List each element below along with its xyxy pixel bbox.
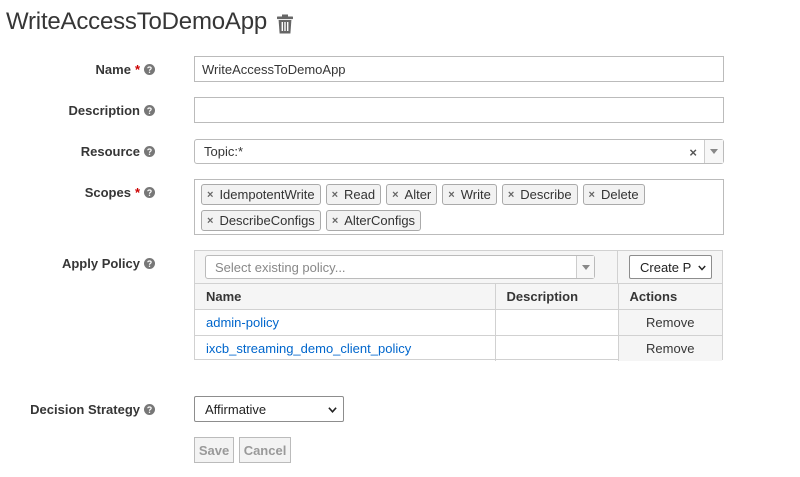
chevron-down-icon[interactable] bbox=[704, 140, 723, 163]
help-icon[interactable] bbox=[144, 105, 155, 116]
trash-icon[interactable] bbox=[276, 14, 294, 34]
description-label: Description bbox=[68, 103, 155, 118]
remove-icon[interactable]: × bbox=[207, 189, 213, 201]
table-row: ixcb_streaming_demo_client_policy Remove bbox=[195, 335, 722, 361]
policy-panel: Select existing policy... Create P Name … bbox=[194, 250, 723, 361]
scope-chip-label: Alter bbox=[404, 187, 432, 202]
resource-label: Resource bbox=[81, 144, 155, 159]
remove-icon[interactable]: × bbox=[589, 189, 595, 201]
table-row: admin-policy Remove bbox=[195, 309, 722, 336]
scope-chip-label: DescribeConfigs bbox=[219, 213, 315, 228]
scope-chip: × Describe bbox=[501, 184, 578, 205]
help-icon[interactable] bbox=[144, 258, 155, 269]
scope-chip-label: Describe bbox=[520, 187, 572, 202]
scope-chip-list: × IdempotentWrite × Read × Alter × Write × De… bbox=[201, 184, 721, 236]
scopes-multiselect[interactable]: × IdempotentWrite × Read × Alter × Write × De… bbox=[194, 179, 724, 235]
column-header-description: Description bbox=[495, 284, 619, 310]
scope-chip: × Delete bbox=[582, 184, 645, 205]
scope-chip: × IdempotentWrite bbox=[201, 184, 321, 205]
column-header-actions: Actions bbox=[618, 284, 722, 310]
remove-icon[interactable]: × bbox=[448, 189, 454, 201]
scopes-label: Scopes * bbox=[85, 185, 155, 200]
column-header-name: Name bbox=[195, 284, 496, 310]
required-marker: * bbox=[134, 62, 140, 77]
scope-chip-label: Delete bbox=[600, 187, 639, 202]
scope-chip: × Read bbox=[325, 184, 382, 205]
resource-select[interactable]: Topic:* × bbox=[194, 139, 724, 164]
remove-icon[interactable]: × bbox=[332, 189, 338, 201]
scope-chip: × AlterConfigs bbox=[325, 210, 422, 231]
clear-icon[interactable]: × bbox=[689, 145, 697, 160]
create-policy-label: Create P bbox=[640, 259, 692, 275]
existing-policy-select[interactable]: Select existing policy... bbox=[205, 255, 595, 279]
remove-icon[interactable]: × bbox=[508, 189, 514, 201]
policy-link[interactable]: ixcb_streaming_demo_client_policy bbox=[206, 341, 411, 356]
help-icon[interactable] bbox=[144, 404, 155, 415]
name-label-text: Name bbox=[95, 62, 131, 77]
policy-link[interactable]: admin-policy bbox=[206, 315, 279, 330]
help-icon[interactable] bbox=[144, 64, 155, 75]
remove-icon[interactable]: × bbox=[207, 215, 213, 227]
chevron-down-icon bbox=[698, 265, 706, 271]
resource-label-text: Resource bbox=[80, 144, 140, 159]
scope-chip: × Alter bbox=[386, 184, 438, 205]
cancel-button[interactable]: Cancel bbox=[239, 437, 291, 463]
decision-strategy-select[interactable]: Affirmative bbox=[194, 396, 344, 422]
chevron-down-icon[interactable] bbox=[576, 256, 594, 278]
page-title: WriteAccessToDemoApp bbox=[6, 8, 267, 35]
scope-chip-label: AlterConfigs bbox=[344, 213, 416, 228]
decision-strategy-value: Affirmative bbox=[205, 401, 267, 417]
remove-icon[interactable]: × bbox=[392, 189, 398, 201]
name-input[interactable]: WriteAccessToDemoApp bbox=[194, 56, 724, 82]
apply-policy-label-text: Apply Policy bbox=[61, 256, 140, 271]
help-icon[interactable] bbox=[144, 146, 155, 157]
name-label: Name * bbox=[96, 62, 155, 77]
apply-policy-label: Apply Policy bbox=[62, 256, 155, 271]
scopes-label-text: Scopes bbox=[84, 185, 131, 200]
remove-policy-button[interactable]: Remove bbox=[618, 335, 722, 361]
resource-value: Topic:* bbox=[204, 144, 244, 159]
create-policy-select[interactable]: Create P bbox=[629, 255, 712, 279]
policy-toolbar: Select existing policy... Create P bbox=[195, 251, 722, 284]
remove-icon[interactable]: × bbox=[332, 215, 338, 227]
decision-strategy-label: Decision Strategy bbox=[30, 402, 155, 417]
scope-chip-label: IdempotentWrite bbox=[219, 187, 315, 202]
existing-policy-placeholder: Select existing policy... bbox=[215, 260, 346, 275]
policy-description-cell bbox=[495, 335, 619, 361]
policy-name-cell: admin-policy bbox=[195, 309, 496, 336]
save-button[interactable]: Save bbox=[194, 437, 234, 463]
decision-strategy-label-text: Decision Strategy bbox=[30, 402, 140, 417]
policy-description-cell bbox=[495, 309, 619, 336]
required-marker: * bbox=[134, 185, 140, 200]
chevron-down-icon bbox=[328, 407, 337, 414]
help-icon[interactable] bbox=[144, 187, 155, 198]
description-label-text: Description bbox=[68, 103, 140, 118]
description-input[interactable] bbox=[194, 97, 724, 123]
remove-policy-button[interactable]: Remove bbox=[618, 309, 722, 336]
policy-table: Name Description Actions admin-policy Re… bbox=[195, 284, 722, 361]
scope-chip: × DescribeConfigs bbox=[201, 210, 321, 231]
scope-chip-label: Write bbox=[460, 187, 491, 202]
scope-chip-label: Read bbox=[344, 187, 376, 202]
policy-name-cell: ixcb_streaming_demo_client_policy bbox=[195, 335, 496, 361]
page-header: WriteAccessToDemoApp bbox=[6, 8, 294, 36]
table-header-row: Name Description Actions bbox=[195, 284, 722, 310]
divider bbox=[617, 251, 618, 284]
scope-chip: × Write bbox=[442, 184, 497, 205]
